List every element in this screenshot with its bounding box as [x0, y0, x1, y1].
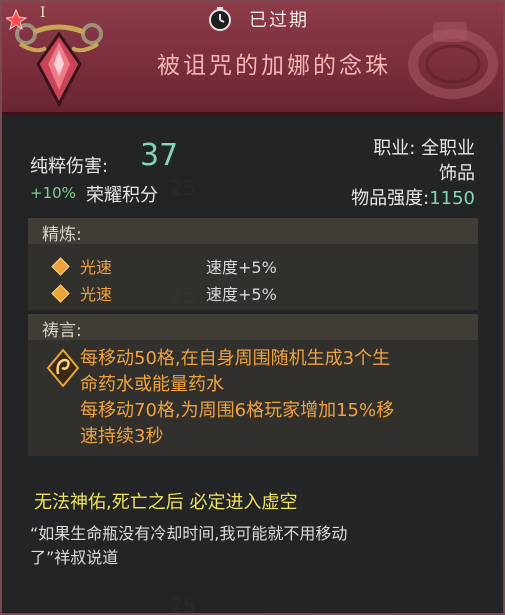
refine-section: 光速 速度+5% 光速 速度+5%: [28, 244, 478, 310]
prayer-text: 每移动50格,在自身周围随机生成3个生 命药水或能量药水 每移动70格,为周围6…: [80, 346, 394, 450]
prayer-line: 命药水或能量药水: [80, 374, 224, 395]
refine-diamond-icon: [51, 257, 70, 276]
flavor-text: “如果生命瓶没有冷却时间,我可能就不用移动 了”祥叔说道: [30, 522, 347, 570]
refine-row: 光速 速度+5%: [28, 254, 478, 278]
prayer-title: 祷言:: [28, 314, 478, 341]
tooltip-header: I 已过期 被诅咒的加娜的念珠: [2, 2, 503, 115]
refine-value: 速度+5%: [206, 285, 277, 304]
curse-warning: 无法神佑,死亡之后 必定进入虚空: [34, 492, 298, 513]
ring-icon: [408, 22, 498, 99]
item-type: 饰品: [439, 163, 475, 184]
prayer-section: 每移动50格,在自身周围随机生成3个生 命药水或能量药水 每移动70格,为周围6…: [28, 340, 478, 456]
class-text: 职业: 全职业: [373, 138, 475, 159]
refine-diamond-icon: [51, 284, 70, 303]
flavor-line: “如果生命瓶没有冷却时间,我可能就不用移动: [30, 524, 348, 543]
prayer-line: 每移动70格,为周围6格玩家增加15%移: [80, 400, 395, 421]
prayer-rune-icon: [46, 348, 80, 388]
item-name: 被诅咒的加娜的念珠: [157, 53, 391, 79]
refine-row: 光速 速度+5%: [28, 281, 478, 305]
refine-value: 速度+5%: [206, 258, 277, 277]
necklace-icon: [6, 8, 103, 108]
flavor-line: 了”祥叔说道: [30, 548, 119, 567]
bonus-percent: +10%: [30, 184, 76, 202]
strength-value: 1150: [429, 188, 475, 209]
damage-label: 纯粹伤害:: [30, 156, 109, 177]
refine-name: 光速: [80, 258, 113, 277]
expired-label: 已过期: [249, 10, 309, 31]
damage-value: 37: [140, 138, 179, 173]
item-strength: 物品强度:1150: [351, 184, 475, 210]
bonus-label: 荣耀积分: [86, 185, 158, 206]
expired-status: 已过期: [207, 6, 309, 32]
prayer-line: 每移动50格,在自身周围随机生成3个生: [80, 348, 391, 369]
tier-label: I: [40, 5, 46, 21]
strength-label: 物品强度:: [351, 188, 430, 209]
refine-title: 精炼:: [28, 218, 478, 245]
prayer-line: 速持续3秒: [80, 426, 164, 447]
timer-icon: [209, 7, 231, 31]
item-tooltip: I 已过期 被诅咒的加娜的念珠 纯粹伤害: 37 +10% 荣耀积分 职业: 全…: [0, 0, 505, 615]
refine-name: 光速: [80, 285, 113, 304]
